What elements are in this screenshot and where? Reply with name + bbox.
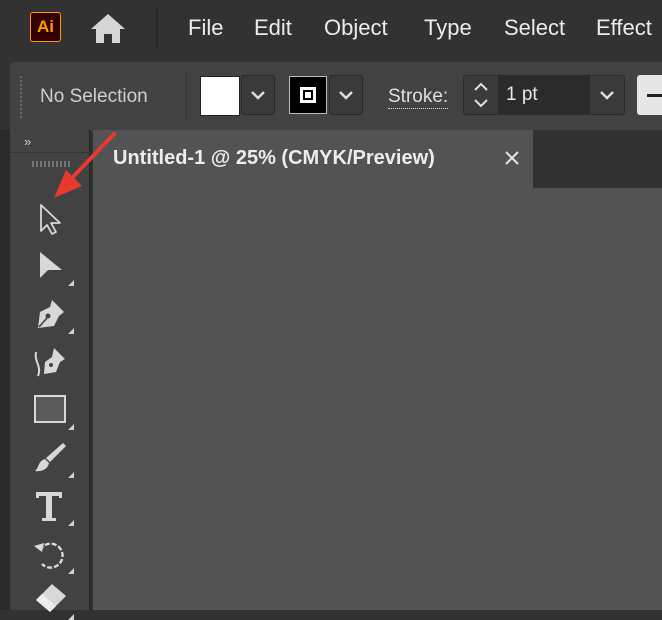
pen-icon xyxy=(38,300,64,328)
artboard-canvas[interactable] xyxy=(93,188,662,610)
document-tab[interactable]: Untitled-1 @ 25% (CMYK/Preview) xyxy=(93,130,533,188)
menu-file[interactable]: File xyxy=(188,13,223,43)
more-tools-indicator xyxy=(68,424,74,430)
home-button[interactable] xyxy=(88,11,128,45)
minus-icon xyxy=(647,94,662,97)
menu-bar: Ai File Edit Object Type Select Effect xyxy=(0,0,662,57)
type-icon xyxy=(36,492,62,521)
chevron-down-icon xyxy=(600,91,614,100)
paintbrush-icon xyxy=(35,443,66,472)
menu-select[interactable]: Select xyxy=(504,13,565,43)
more-tools-indicator xyxy=(68,614,74,620)
direct-selection-arrow-icon xyxy=(40,252,62,278)
menu-object[interactable]: Object xyxy=(324,13,388,43)
chevron-down-icon xyxy=(251,91,265,100)
chevron-down-icon xyxy=(339,91,353,100)
selection-status: No Selection xyxy=(40,86,148,107)
more-tools-indicator xyxy=(68,520,74,526)
control-divider xyxy=(186,72,187,122)
stroke-weight-dropdown[interactable] xyxy=(589,75,625,115)
more-tools-indicator xyxy=(68,328,74,334)
more-tools-indicator xyxy=(68,472,74,478)
close-tab-button[interactable] xyxy=(503,149,521,167)
eraser-icon xyxy=(36,584,66,612)
stroke-swatch[interactable] xyxy=(289,76,327,114)
type-tool[interactable] xyxy=(32,488,74,526)
minus-button[interactable] xyxy=(637,75,662,115)
tab-strip xyxy=(533,130,662,188)
fill-swatch[interactable] xyxy=(200,76,240,116)
control-bar: No Selection Stroke: xyxy=(10,62,662,132)
curvature-pen-icon xyxy=(34,348,65,377)
fill-dropdown[interactable] xyxy=(241,75,275,115)
stroke-weight-stepper[interactable] xyxy=(463,75,499,115)
more-tools-indicator xyxy=(68,280,74,286)
rotate-tool[interactable] xyxy=(32,536,74,574)
more-tools-indicator xyxy=(68,568,74,574)
rectangle-tool[interactable] xyxy=(32,392,74,430)
stroke-color-dropdown[interactable] xyxy=(329,75,363,115)
rotate-icon xyxy=(34,542,64,569)
curvature-tool[interactable] xyxy=(32,344,68,380)
collapse-panel-button[interactable]: » xyxy=(24,134,31,149)
menu-edit[interactable]: Edit xyxy=(254,13,292,43)
app-logo: Ai xyxy=(30,12,61,42)
pen-tool[interactable] xyxy=(32,296,74,334)
close-icon xyxy=(505,151,519,165)
annotation-arrow-icon xyxy=(54,132,116,198)
menu-effect[interactable]: Effect xyxy=(596,13,652,43)
paintbrush-tool[interactable] xyxy=(32,440,74,478)
window-left-edge xyxy=(0,130,10,610)
menu-divider xyxy=(156,8,158,48)
document-title: Untitled-1 @ 25% (CMYK/Preview) xyxy=(113,147,435,169)
stroke-weight-input[interactable] xyxy=(499,75,589,115)
stroke-label[interactable]: Stroke: xyxy=(388,86,449,109)
stroke-swatch-dot xyxy=(305,92,311,98)
direct-selection-tool[interactable] xyxy=(32,248,74,286)
stepper-arrows-icon xyxy=(474,82,488,108)
eraser-tool[interactable] xyxy=(32,582,74,620)
control-bar-grip[interactable] xyxy=(20,76,25,118)
menu-type[interactable]: Type xyxy=(424,13,472,43)
rectangle-icon xyxy=(34,395,66,423)
home-icon xyxy=(91,14,125,43)
